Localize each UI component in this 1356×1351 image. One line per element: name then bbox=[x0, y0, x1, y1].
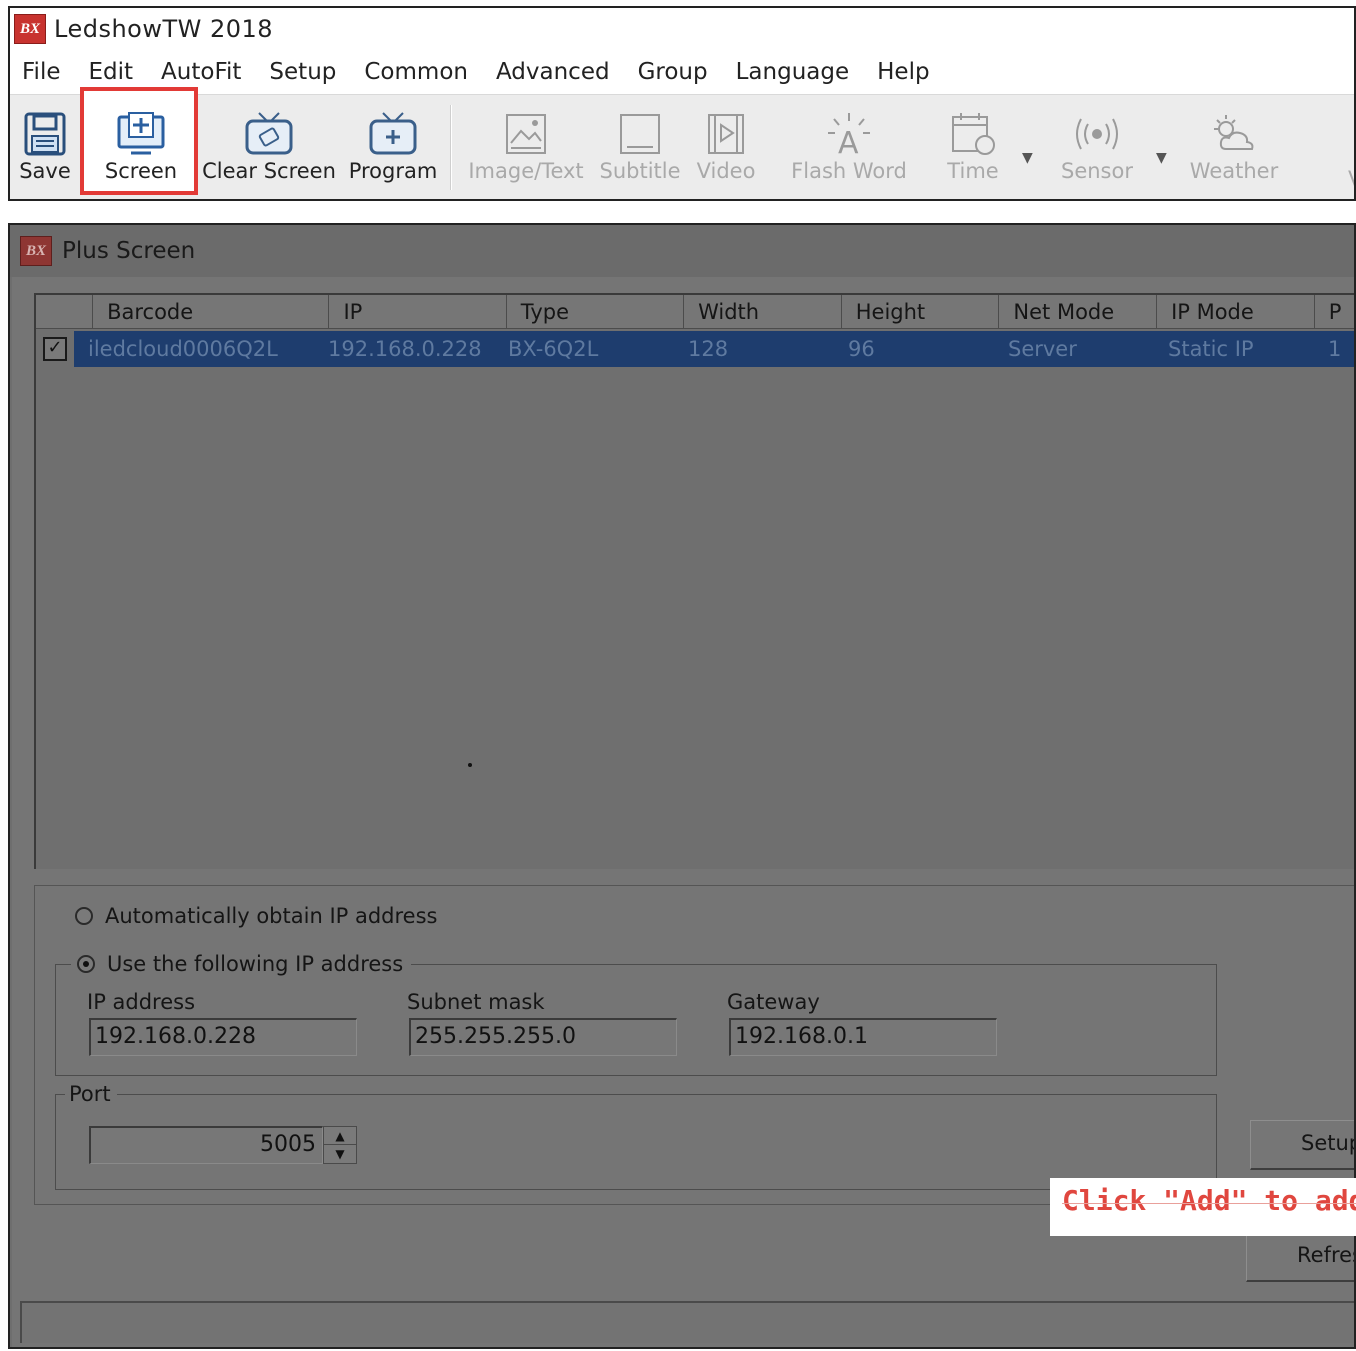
auto-ip-label: Automatically obtain IP address bbox=[105, 904, 438, 928]
sensor-icon bbox=[1071, 109, 1123, 159]
save-button[interactable]: Save bbox=[16, 109, 74, 189]
time-dropdown-arrow-icon[interactable]: ▼ bbox=[1022, 150, 1033, 166]
screen-plus-icon bbox=[115, 109, 167, 159]
col-width[interactable]: Width bbox=[684, 295, 842, 328]
stray-dot bbox=[468, 763, 472, 767]
menu-edit[interactable]: Edit bbox=[89, 59, 134, 85]
auto-ip-option[interactable]: Automatically obtain IP address bbox=[75, 904, 437, 928]
col-net-mode[interactable]: Net Mode bbox=[999, 295, 1158, 328]
cell-p: 1 bbox=[1328, 337, 1342, 361]
annotation-strike-line bbox=[1062, 1203, 1356, 1204]
col-p[interactable]: P bbox=[1315, 295, 1354, 328]
cell-ip-mode: Static IP bbox=[1168, 337, 1254, 361]
subtitle-button[interactable]: Subtitle bbox=[599, 109, 681, 189]
selected-row-cells[interactable]: iledcloud0006Q2L 192.168.0.228 BX-6Q2L 1… bbox=[74, 331, 1354, 367]
toolbar: Save Screen Clear Screen Program Image/T… bbox=[10, 87, 1354, 199]
row-checkbox[interactable]: ✓ bbox=[43, 337, 67, 361]
ip-address-label: IP address bbox=[87, 990, 196, 1014]
window-title: LedshowTW 2018 bbox=[54, 15, 274, 43]
tv-plus-icon bbox=[367, 109, 419, 159]
gateway-input[interactable]: 192.168.0.1 bbox=[729, 1018, 997, 1056]
subtitle-icon bbox=[617, 109, 663, 159]
cell-barcode: iledcloud0006Q2L bbox=[88, 337, 278, 361]
flash-word-button[interactable]: A Flash Word bbox=[790, 109, 908, 189]
video-icon bbox=[703, 109, 749, 159]
image-text-button[interactable]: Image/Text bbox=[468, 109, 584, 189]
annotation-text: Click "Add" to add bbox=[1062, 1184, 1356, 1217]
ip-settings-panel: Automatically obtain IP address Use the … bbox=[34, 885, 1354, 1205]
time-button[interactable]: Time bbox=[946, 109, 1000, 189]
sensor-button[interactable]: Sensor bbox=[1060, 109, 1134, 189]
menu-language[interactable]: Language bbox=[736, 59, 850, 85]
menu-group[interactable]: Group bbox=[638, 59, 708, 85]
manual-ip-option[interactable]: Use the following IP address bbox=[71, 952, 412, 976]
gateway-label: Gateway bbox=[727, 990, 820, 1014]
menu-file[interactable]: File bbox=[22, 59, 61, 85]
screen-table: Barcode IP Type Width Height Net Mode IP… bbox=[34, 293, 1354, 869]
subnet-mask-label: Subnet mask bbox=[407, 990, 545, 1014]
dialog-title: Plus Screen bbox=[62, 238, 196, 264]
weather-button[interactable]: Weather bbox=[1188, 109, 1280, 189]
instruction-annotation: Click "Add" to add bbox=[1050, 1178, 1356, 1236]
cell-width: 128 bbox=[688, 337, 729, 361]
menu-common[interactable]: Common bbox=[364, 59, 468, 85]
manual-ip-radio[interactable] bbox=[77, 955, 95, 973]
setup-button[interactable]: Setup bbox=[1250, 1120, 1354, 1170]
stepper-down-icon[interactable]: ▼ bbox=[324, 1145, 356, 1163]
col-ip-mode[interactable]: IP Mode bbox=[1157, 295, 1315, 328]
program-button[interactable]: Program bbox=[349, 109, 437, 189]
table-header: Barcode IP Type Width Height Net Mode IP… bbox=[36, 295, 1354, 329]
calendar-clock-icon bbox=[949, 109, 997, 159]
auto-ip-radio[interactable] bbox=[75, 907, 93, 925]
clear-screen-button[interactable]: Clear Screen bbox=[202, 109, 336, 189]
port-label: Port bbox=[65, 1082, 117, 1106]
cell-net-mode: Server bbox=[1008, 337, 1077, 361]
app-logo: BX bbox=[14, 14, 46, 44]
row-check-cell: ✓ bbox=[36, 331, 74, 367]
col-barcode[interactable]: Barcode bbox=[93, 295, 330, 328]
col-type[interactable]: Type bbox=[507, 295, 685, 328]
status-bar bbox=[20, 1301, 1354, 1343]
dialog-logo: BX bbox=[20, 236, 52, 266]
svg-text:A: A bbox=[838, 126, 859, 157]
port-input[interactable]: 5005 bbox=[89, 1126, 323, 1164]
sensor-dropdown-arrow-icon[interactable]: ▼ bbox=[1156, 150, 1167, 166]
image-icon bbox=[503, 109, 549, 159]
video-button[interactable]: Video bbox=[694, 109, 758, 189]
menu-help[interactable]: Help bbox=[877, 59, 929, 85]
col-ip[interactable]: IP bbox=[329, 295, 507, 328]
dialog-title-bar: BX Plus Screen bbox=[10, 225, 1354, 277]
cell-height: 96 bbox=[848, 337, 875, 361]
weather-icon bbox=[1208, 109, 1260, 159]
header-check-cell bbox=[36, 295, 94, 328]
stepper-up-icon[interactable]: ▲ bbox=[324, 1127, 356, 1145]
screen-button[interactable]: Screen bbox=[96, 109, 186, 189]
save-icon bbox=[23, 109, 67, 159]
menu-autofit[interactable]: AutoFit bbox=[161, 59, 241, 85]
col-height[interactable]: Height bbox=[842, 295, 1000, 328]
main-window: BX LedshowTW 2018 File Edit AutoFit Setu… bbox=[8, 6, 1356, 201]
tv-eraser-icon bbox=[243, 109, 295, 159]
cell-ip: 192.168.0.228 bbox=[328, 337, 482, 361]
menu-setup[interactable]: Setup bbox=[269, 59, 336, 85]
manual-ip-label: Use the following IP address bbox=[107, 952, 404, 976]
cell-type: BX-6Q2L bbox=[508, 337, 599, 361]
cut-off-toolbar-label[interactable]: V bbox=[1348, 167, 1354, 191]
ip-address-input[interactable]: 192.168.0.228 bbox=[89, 1018, 357, 1056]
toolbar-separator bbox=[450, 105, 452, 190]
subnet-mask-input[interactable]: 255.255.255.0 bbox=[409, 1018, 677, 1056]
menu-bar: File Edit AutoFit Setup Common Advanced … bbox=[10, 50, 1354, 94]
refresh-button[interactable]: Refresh bbox=[1246, 1232, 1354, 1282]
flash-word-icon: A bbox=[824, 109, 874, 159]
title-bar: BX LedshowTW 2018 bbox=[10, 8, 1354, 50]
port-stepper[interactable]: ▲ ▼ bbox=[323, 1126, 357, 1164]
menu-advanced[interactable]: Advanced bbox=[496, 59, 610, 85]
table-row[interactable]: ✓ iledcloud0006Q2L 192.168.0.228 BX-6Q2L… bbox=[36, 331, 1354, 367]
